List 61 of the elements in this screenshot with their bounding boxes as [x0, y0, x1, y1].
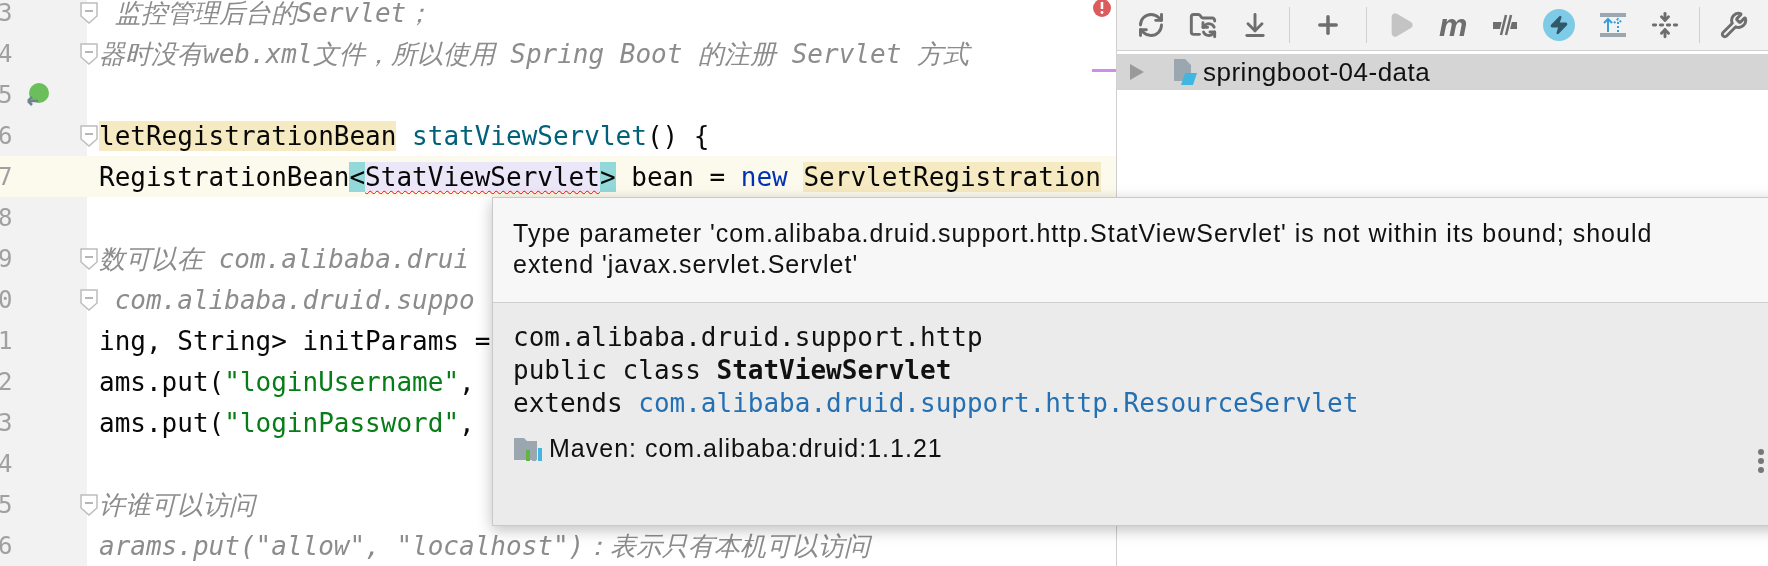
- line-number: 6: [0, 530, 13, 561]
- wrench-icon: [1720, 11, 1749, 39]
- code-token: RegistrationBean: [99, 161, 350, 192]
- code-token: ,: [459, 366, 475, 397]
- line-number: 3: [0, 407, 13, 438]
- maven-goal-button[interactable]: m: [1427, 9, 1480, 41]
- superclass-link[interactable]: com.alibaba.druid.support.http.ResourceServlet: [638, 387, 1359, 420]
- line-number: 3: [0, 0, 13, 28]
- line-number: 2: [0, 366, 13, 397]
- code-token: <: [349, 161, 366, 192]
- dependencies-icon: [1599, 11, 1628, 39]
- code-token: ams.put(: [99, 407, 225, 438]
- line-number: 9: [0, 243, 13, 274]
- line-number: 7: [0, 161, 13, 192]
- more-options-icon[interactable]: [1757, 448, 1765, 474]
- code-token: statViewServlet: [411, 120, 647, 151]
- project-tree-item[interactable]: springboot-04-data: [1117, 54, 1768, 90]
- fold-icon[interactable]: [80, 42, 98, 65]
- library-name: Maven: com.alibaba:druid:1.1.21: [549, 433, 943, 464]
- fold-icon[interactable]: [80, 288, 98, 311]
- line-number: 1: [0, 325, 13, 356]
- code-comment: 许谁可以访问: [99, 489, 255, 520]
- code-comment: arams.put("allow", "localhost")：表示只有本机可以访问: [99, 530, 871, 561]
- refresh-icon: [1137, 11, 1165, 39]
- extends-keyword: extends: [513, 387, 624, 420]
- fold-icon[interactable]: [80, 124, 98, 147]
- line-number: 5: [0, 79, 13, 110]
- code-token: ing, String> initParams =: [99, 325, 491, 356]
- package-name: com.alibaba.druid.support.http: [513, 321, 983, 354]
- line-number: 0: [0, 284, 13, 315]
- string-literal: "loginUsername": [224, 366, 460, 397]
- error-type-name: StatViewServlet: [365, 161, 600, 192]
- collapse-icon: [1651, 11, 1680, 39]
- string-literal: "loginPassword": [224, 407, 460, 438]
- module-icon: [1171, 57, 1199, 87]
- line-number: 8: [0, 202, 13, 233]
- fold-icon[interactable]: [80, 1, 98, 24]
- line-number: 4: [0, 38, 13, 69]
- code-comment: 监控管理后台的Servlet；: [113, 0, 433, 28]
- line-number: 4: [0, 448, 13, 479]
- code-token: () {: [646, 120, 710, 151]
- error-message: Type parameter 'com.alibaba.druid.support.http.StatViewServlet' is not within its bound; should extend 'javax.servlet.Servlet': [513, 218, 1654, 280]
- class-declaration: public class StatViewServlet: [513, 354, 952, 387]
- code-comment: 数可以在 com.alibaba.drui: [99, 243, 470, 274]
- error-icon[interactable]: [1092, 0, 1112, 18]
- code-token: letRegistrationBean: [99, 120, 397, 151]
- change-marker: [1092, 69, 1116, 72]
- code-token: bean =: [630, 161, 727, 192]
- fold-icon[interactable]: [80, 493, 98, 516]
- code-comment: com.alibaba.druid.suppo: [113, 284, 475, 315]
- expand-arrow-icon[interactable]: [1129, 63, 1145, 81]
- line-number: 6: [0, 120, 13, 151]
- folder-refresh-icon: [1189, 11, 1217, 39]
- fold-icon[interactable]: [80, 247, 98, 270]
- lightning-icon: [1543, 9, 1576, 41]
- code-token: ams.put(: [99, 366, 225, 397]
- line-number: 5: [0, 489, 13, 520]
- code-keyword: new: [740, 161, 789, 192]
- library-icon: [513, 435, 543, 462]
- code-token: ServletRegistration: [803, 161, 1101, 192]
- code-token: ,: [459, 407, 475, 438]
